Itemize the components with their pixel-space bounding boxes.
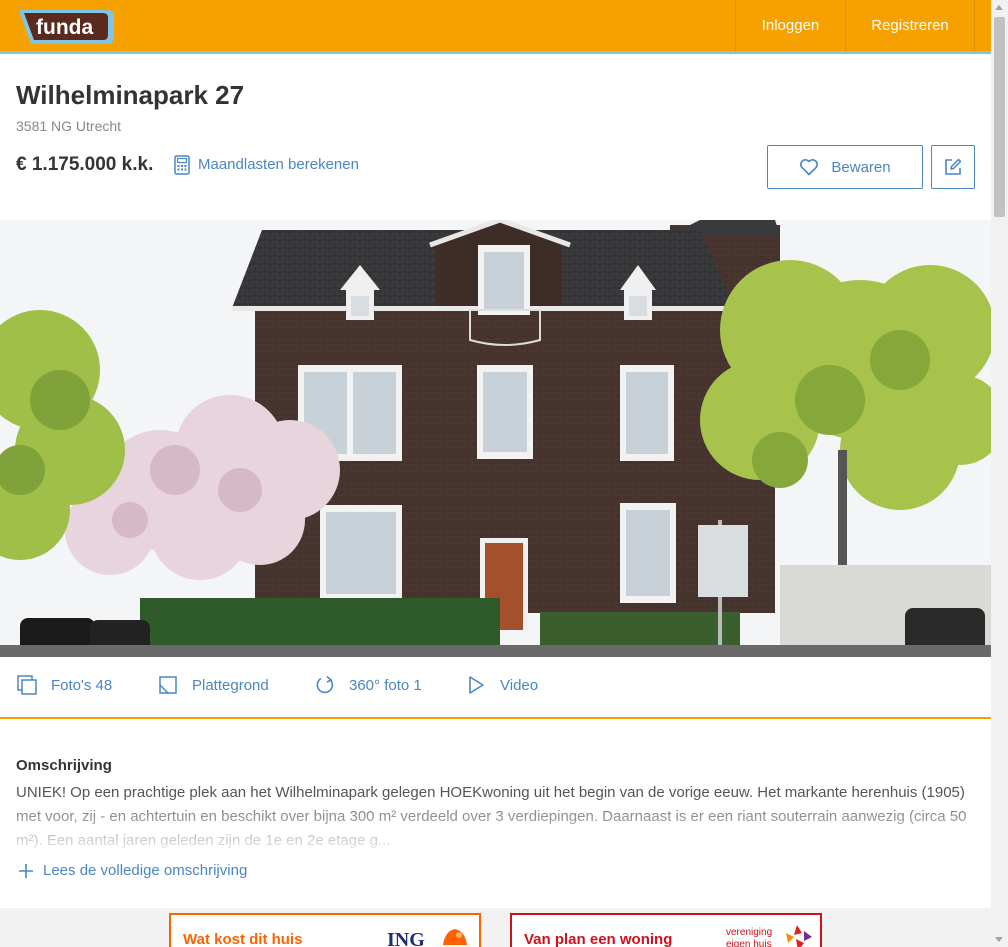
funda-logo[interactable]: funda: [17, 8, 117, 46]
listing-photo[interactable]: [0, 220, 991, 657]
floorplan-icon: [159, 676, 177, 694]
read-more-label: Lees de volledige omschrijving: [43, 862, 248, 879]
register-link[interactable]: Registreren: [845, 0, 975, 51]
plus-icon: [19, 863, 33, 878]
header-nav: Inloggen Registreren: [735, 0, 975, 51]
ing-ad-banner[interactable]: Wat kost dit huis ING: [169, 913, 481, 947]
vereniging-eigen-huis-ad-banner[interactable]: Van plan een woning vereniging eigen hui…: [510, 913, 822, 947]
listing-address: 3581 NG Utrecht: [16, 118, 122, 134]
ing-ad-text: Wat kost dit huis: [183, 931, 303, 947]
veh-logo-line2: eigen huis: [726, 939, 772, 947]
svg-text:funda: funda: [36, 16, 93, 39]
edit-button[interactable]: [931, 145, 975, 189]
site-header: funda Inloggen Registreren: [0, 0, 991, 54]
listing-price: € 1.175.000 k.k.: [16, 154, 154, 175]
save-button[interactable]: Bewaren: [767, 145, 923, 189]
veh-ad-text: Van plan een woning: [524, 931, 673, 947]
listing-title: Wilhelminapark 27: [16, 80, 245, 110]
description-heading: Omschrijving: [16, 757, 112, 774]
scroll-down-arrow-icon[interactable]: [995, 937, 1003, 942]
page: funda Inloggen Registreren Wilhelminapar…: [0, 0, 1008, 947]
mortgage-calculator-label: Maandlasten berekenen: [198, 156, 359, 173]
media-tabs: Foto's 48 Plattegrond 360° foto 1 Video: [0, 657, 991, 719]
ing-logo: ING: [387, 929, 425, 947]
scrollbar-thumb[interactable]: [994, 17, 1005, 217]
photo360-tab[interactable]: 360° foto 1: [315, 675, 422, 695]
scroll-up-arrow-icon[interactable]: [995, 5, 1003, 10]
veh-logo-line1: vereniging: [726, 927, 773, 938]
video-tab[interactable]: Video: [466, 675, 538, 695]
calculator-icon: [174, 155, 190, 175]
ad-strip: Wat kost dit huis ING Van plan een wonin…: [0, 908, 991, 947]
photos-icon: [17, 675, 37, 695]
save-button-label: Bewaren: [831, 158, 891, 176]
play-icon: [469, 676, 484, 694]
edit-icon: [945, 158, 962, 175]
heart-icon: [800, 159, 819, 176]
photo360-tab-label: 360° foto 1: [349, 676, 422, 694]
veh-logo-icon: [786, 925, 812, 947]
lion-icon: [443, 929, 467, 945]
login-link[interactable]: Inloggen: [735, 0, 845, 51]
photos-tab-label: Foto's 48: [51, 676, 113, 694]
description-fade: [0, 806, 991, 856]
rotate-360-icon: [316, 675, 334, 694]
photos-tab[interactable]: Foto's 48: [17, 675, 112, 695]
mortgage-calculator-link[interactable]: Maandlasten berekenen: [174, 154, 359, 176]
read-more-link[interactable]: Lees de volledige omschrijving: [19, 862, 247, 879]
floorplan-tab[interactable]: Plattegrond: [158, 675, 269, 695]
page-scrollbar[interactable]: [991, 0, 1008, 947]
house-photo-illustration: [0, 220, 991, 657]
floorplan-tab-label: Plattegrond: [192, 676, 269, 694]
video-tab-label: Video: [500, 676, 539, 694]
